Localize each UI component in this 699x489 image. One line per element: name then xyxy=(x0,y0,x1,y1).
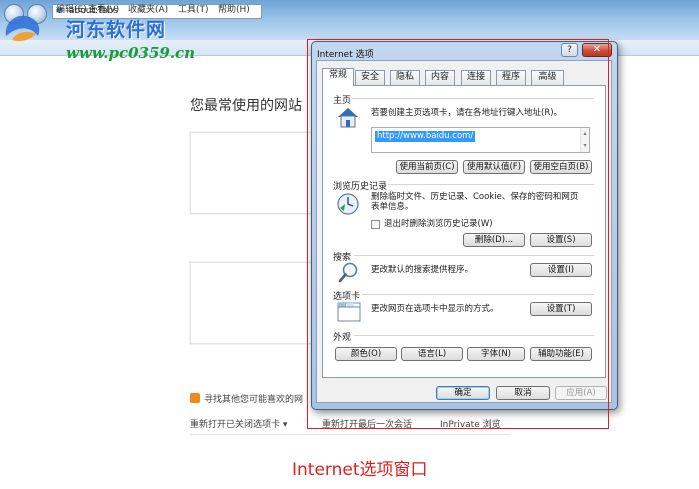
shopping-bag-icon xyxy=(190,393,200,403)
annotation-caption: Internet选项窗口 xyxy=(292,460,428,480)
annotation-frame xyxy=(307,39,609,429)
reopen-closed-tabs-link[interactable]: 重新打开已关闭选项卡 ▾ xyxy=(190,417,287,430)
page-heading: 您最常使用的网站 xyxy=(190,98,302,114)
discover-text: 寻找其他您可能喜欢的网 xyxy=(204,395,304,405)
menu-favorites[interactable]: 收藏夹(A) xyxy=(128,2,168,15)
menu-help[interactable]: 帮助(H) xyxy=(218,2,250,15)
divider xyxy=(190,434,510,435)
menu-view[interactable]: 查看(V) xyxy=(88,2,119,15)
site-tile[interactable] xyxy=(190,262,325,344)
watermark-url: www.pc0359.cn xyxy=(66,44,196,62)
menu-tools[interactable]: 工具(T) xyxy=(178,2,209,15)
watermark-title: 河东软件网 xyxy=(66,19,167,41)
discover-link[interactable]: 寻找其他您可能喜欢的网 xyxy=(190,392,303,405)
watermark-logo xyxy=(5,15,40,42)
site-tile[interactable] xyxy=(190,132,325,214)
menu-edit[interactable]: 编辑(E) xyxy=(56,2,87,15)
tab-general[interactable]: 常规 xyxy=(322,68,354,86)
